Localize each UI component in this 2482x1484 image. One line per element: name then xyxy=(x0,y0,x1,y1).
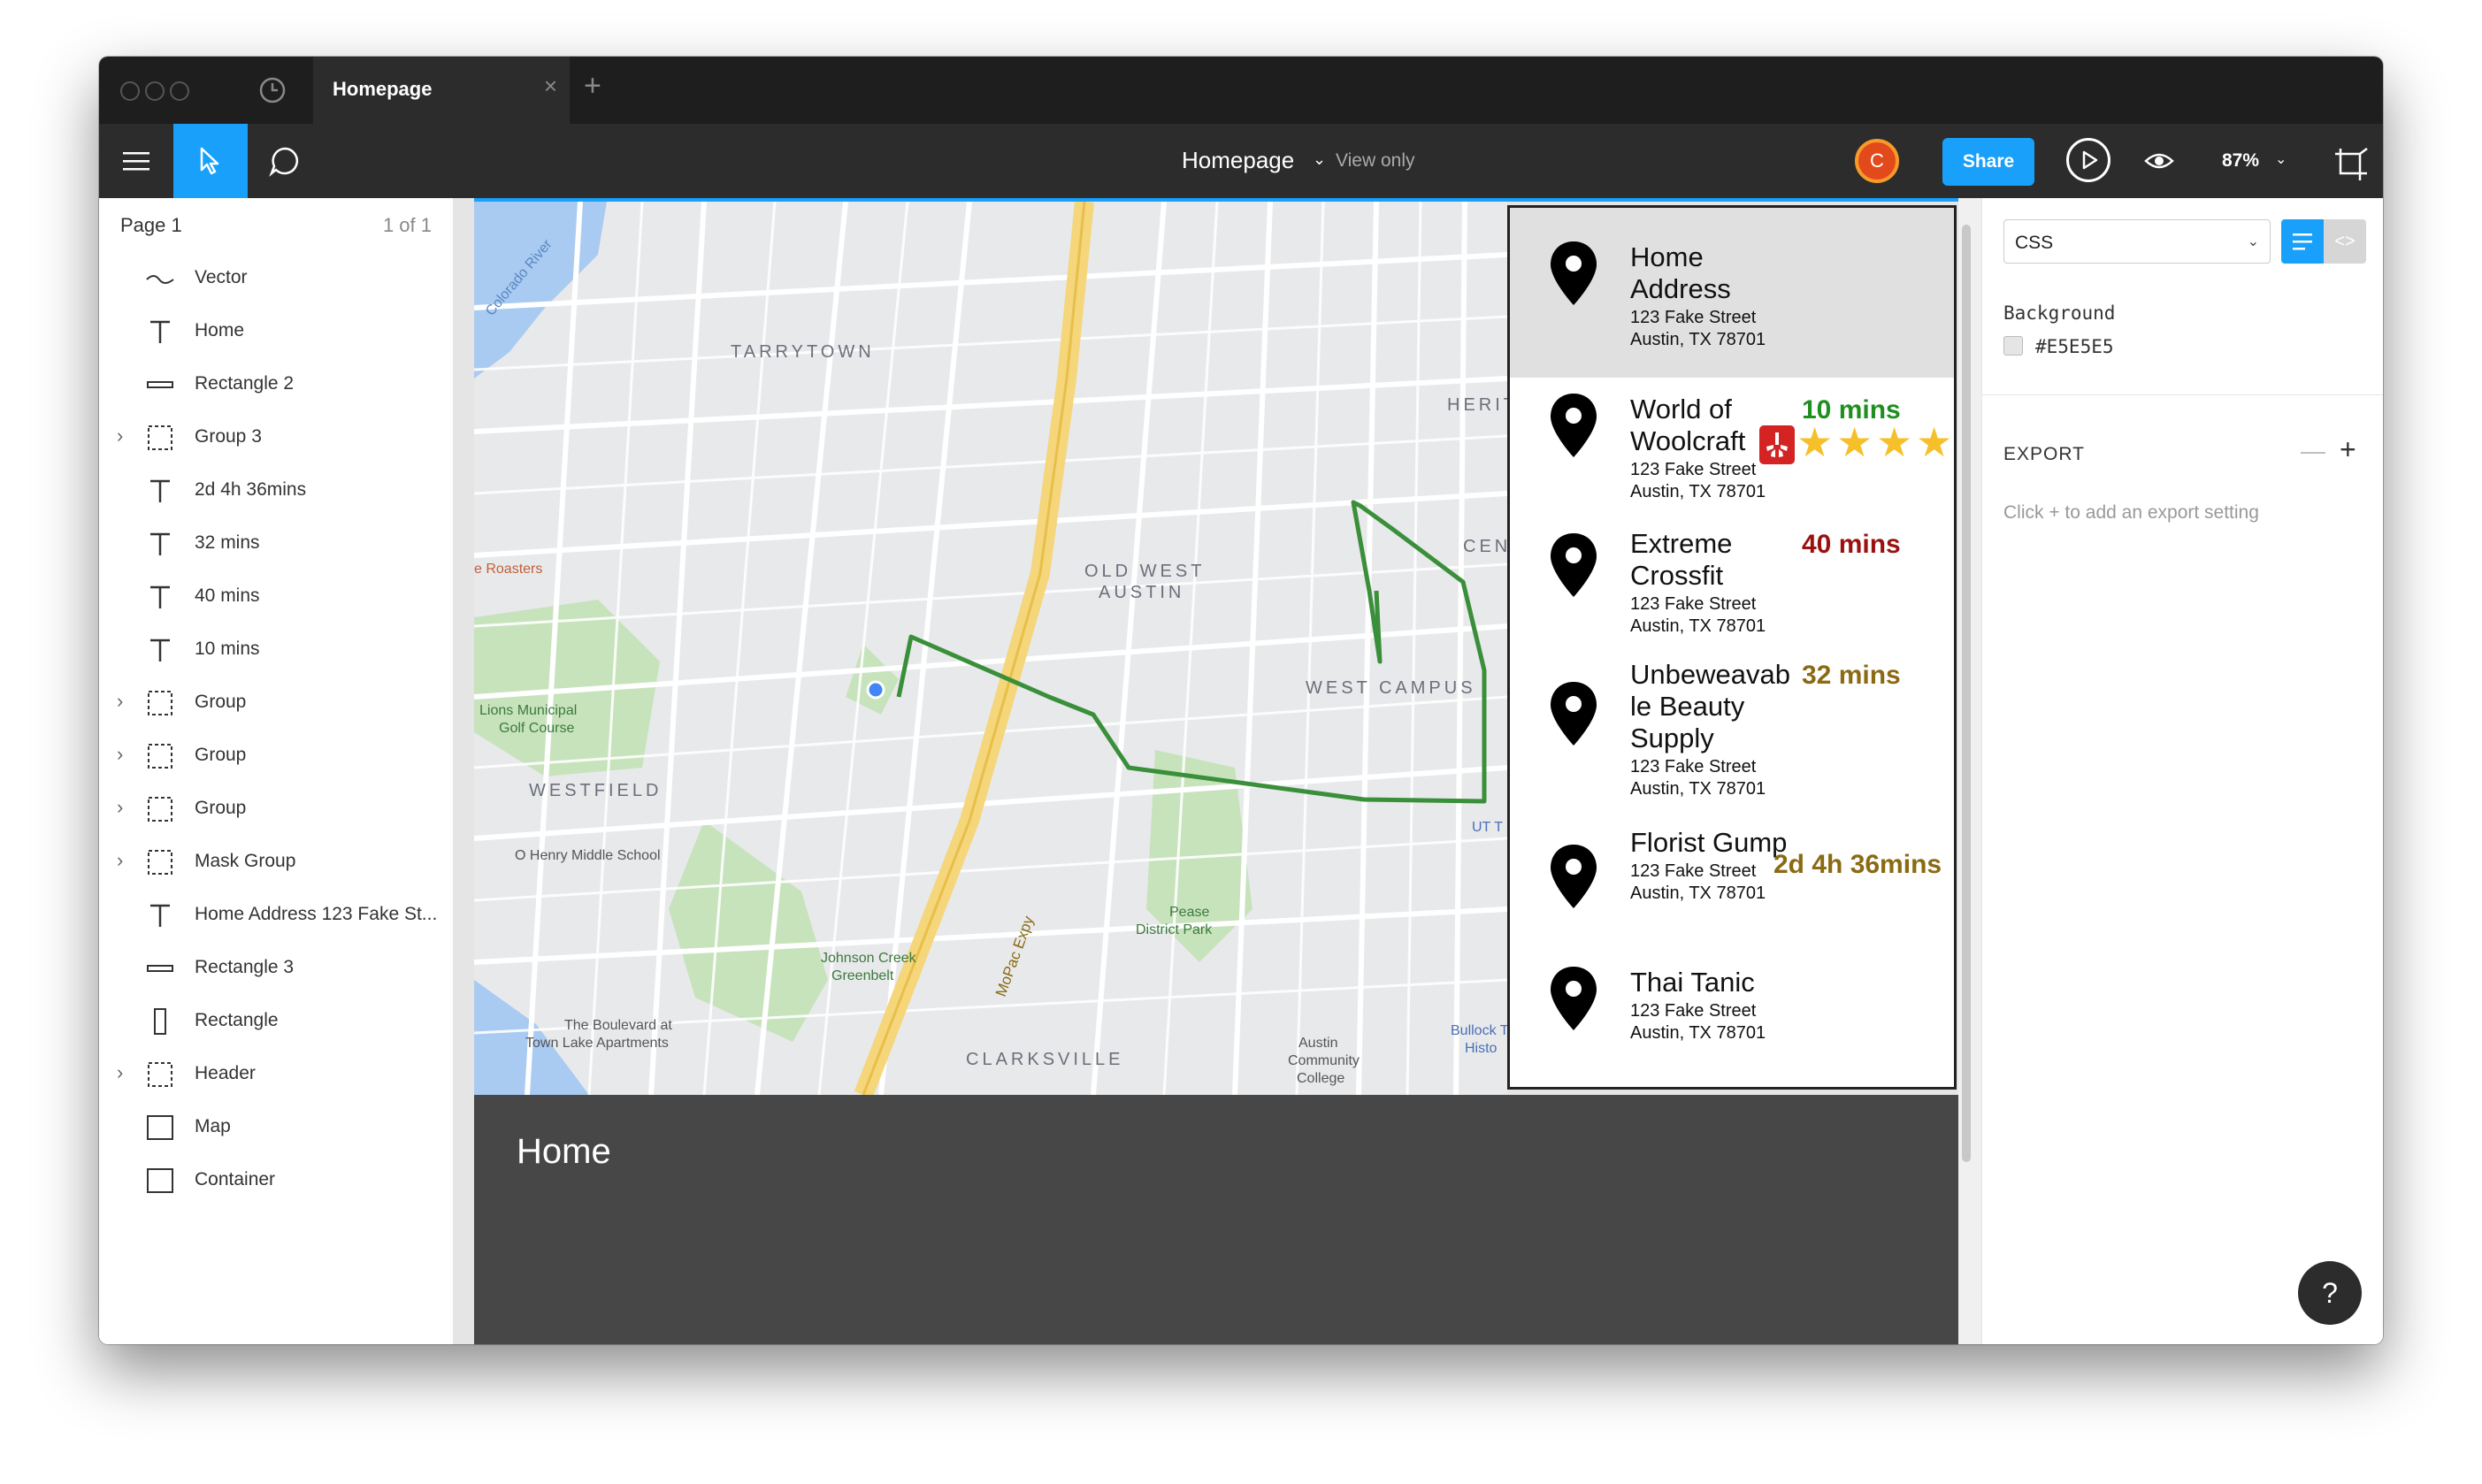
map-pin-icon xyxy=(1549,680,1598,752)
location-street: 123 Fake Street xyxy=(1630,1001,1757,1021)
export-hint: Click + to add an export setting xyxy=(2003,502,2259,523)
rating-star-icon: ★ xyxy=(1916,419,1953,465)
map-pin-icon xyxy=(1549,843,1598,914)
map-label-austin-cc: Austin xyxy=(1298,1036,1337,1051)
location-street: 123 Fake Street xyxy=(1630,594,1757,614)
travel-time: 32 mins xyxy=(1802,661,1901,690)
location-name: World of xyxy=(1630,394,1732,425)
location-street: 123 Fake Street xyxy=(1630,861,1757,881)
rating-star-icon: ★ xyxy=(1796,419,1834,465)
map-graphic: TARRYTOWN OLD WEST AUSTIN WEST CAMPUS WE… xyxy=(474,202,1507,1095)
background-value: #E5E5E5 xyxy=(2035,336,2114,357)
location-name: Extreme xyxy=(1630,528,1733,559)
location-item[interactable]: Florist Gump 123 Fake Street Austin, TX 78… xyxy=(1510,813,1954,937)
yelp-icon xyxy=(1759,425,1795,464)
map-label-community: Community xyxy=(1288,1053,1360,1068)
location-street: 123 Fake Street xyxy=(1630,308,1757,327)
map-label-college: College xyxy=(1297,1071,1344,1086)
map-label-boulevard: The Boulevard at xyxy=(564,1018,672,1033)
rating-star-icon: ★ xyxy=(1876,419,1913,465)
map-label-west-campus: WEST CAMPUS xyxy=(1306,678,1476,698)
help-button[interactable]: ? xyxy=(2298,1261,2362,1325)
location-name: Thai Tanic xyxy=(1630,967,1755,998)
rating-star-icon: ★ xyxy=(1836,419,1873,465)
export-label: EXPORT xyxy=(2003,444,2085,464)
code-language-select[interactable]: CSS ⌄ xyxy=(2003,219,2271,264)
code-view-toggle[interactable]: <> xyxy=(2324,219,2366,264)
code-language-value: CSS xyxy=(2015,233,2054,253)
map-label-histo: Histo xyxy=(1465,1041,1498,1056)
divider xyxy=(1982,394,2383,395)
location-city: Austin, TX 78701 xyxy=(1630,884,1766,903)
location-city: Austin, TX 78701 xyxy=(1630,779,1766,799)
location-item[interactable]: World of Woolcraft 123 Fake Street Austin, … xyxy=(1510,379,1954,512)
home-footer: Home xyxy=(474,1095,1958,1344)
location-city: Austin, TX 78701 xyxy=(1630,1023,1766,1043)
map[interactable]: TARRYTOWN OLD WEST AUSTIN WEST CAMPUS WE… xyxy=(474,202,1507,1095)
map-label-tarrytown: TARRYTOWN xyxy=(731,342,875,362)
map-pin-icon xyxy=(1549,965,1598,1037)
travel-time: 40 mins xyxy=(1802,530,1901,559)
map-label-herit: HERIT xyxy=(1447,395,1507,415)
map-label-johnson-creek: Johnson Creek xyxy=(821,951,917,966)
location-city: Austin, TX 78701 xyxy=(1630,330,1766,349)
map-label-golf-course: Golf Course xyxy=(499,721,574,736)
location-item[interactable]: Thai Tanic 123 Fake Street Austin, TX 7870… xyxy=(1510,937,1954,1078)
map-label-cen: CEN xyxy=(1463,537,1507,556)
location-name: Florist Gump xyxy=(1630,827,1788,858)
list-icon xyxy=(2293,233,2312,250)
map-label-pease: Pease xyxy=(1169,905,1209,920)
map-label-roasters: e Roasters xyxy=(474,562,542,577)
location-item[interactable]: Extreme Crossfit 123 Fake Street Austin, TX… xyxy=(1510,512,1954,645)
map-label-westfield: WESTFIELD xyxy=(529,781,662,800)
map-label-ut: UT T xyxy=(1472,820,1503,835)
map-label-ohenry: O Henry Middle School xyxy=(515,848,661,863)
map-pin-icon xyxy=(1549,392,1598,463)
list-view-toggle[interactable] xyxy=(2281,219,2324,264)
canvas-content: TARRYTOWN OLD WEST AUSTIN WEST CAMPUS WE… xyxy=(99,57,2383,1344)
location-name: Home xyxy=(1630,241,1704,272)
map-label-old-west: OLD WEST xyxy=(1084,562,1205,581)
chevron-down-icon: ⌄ xyxy=(2247,234,2259,249)
location-city: Austin, TX 78701 xyxy=(1630,482,1766,501)
location-dot xyxy=(866,680,885,700)
home-title: Home xyxy=(517,1132,611,1171)
location-street: 123 Fake Street xyxy=(1630,757,1757,776)
location-item[interactable]: Home Address 123 Fake Street Austin, TX 787… xyxy=(1510,208,1954,378)
location-list: Home Address 123 Fake Street Austin, TX 787… xyxy=(1507,205,1957,1090)
location-name: Supply xyxy=(1630,723,1714,753)
map-pin-icon xyxy=(1549,532,1598,603)
location-street: 123 Fake Street xyxy=(1630,460,1757,479)
background-label: Background xyxy=(2003,302,2116,324)
location-name: le Beauty xyxy=(1630,691,1745,722)
map-pin-icon xyxy=(1549,240,1598,311)
map-label-lions: Lions Municipal xyxy=(479,703,577,718)
travel-time: 2d 4h 36mins xyxy=(1773,850,1942,879)
remove-export-button[interactable]: — xyxy=(2301,437,2325,465)
canvas-scrollbar[interactable] xyxy=(1962,225,1971,1162)
location-item[interactable]: Unbeweavab le Beauty Supply 123 Fake Street… xyxy=(1510,645,1954,813)
add-export-button[interactable]: + xyxy=(2340,433,2356,466)
map-label-bullock: Bullock T xyxy=(1451,1023,1507,1038)
location-name: Address xyxy=(1630,273,1731,304)
map-label-pease-district: District Park xyxy=(1136,922,1213,937)
map-label-town-lake: Town Lake Apartments xyxy=(525,1036,669,1051)
map-label-greenbelt: Greenbelt xyxy=(831,968,894,983)
location-name: Unbeweavab xyxy=(1630,659,1790,690)
location-city: Austin, TX 78701 xyxy=(1630,616,1766,636)
map-label-clarksville: CLARKSVILLE xyxy=(966,1050,1124,1069)
inspect-panel: CSS ⌄ <> Background #E5E5E5 EXPORT — + C… xyxy=(1981,198,2383,1344)
background-swatch xyxy=(2003,336,2023,356)
map-label-austin: AUSTIN xyxy=(1099,583,1184,602)
location-name: Woolcraft xyxy=(1630,425,1746,456)
location-name: Crossfit xyxy=(1630,560,1724,591)
